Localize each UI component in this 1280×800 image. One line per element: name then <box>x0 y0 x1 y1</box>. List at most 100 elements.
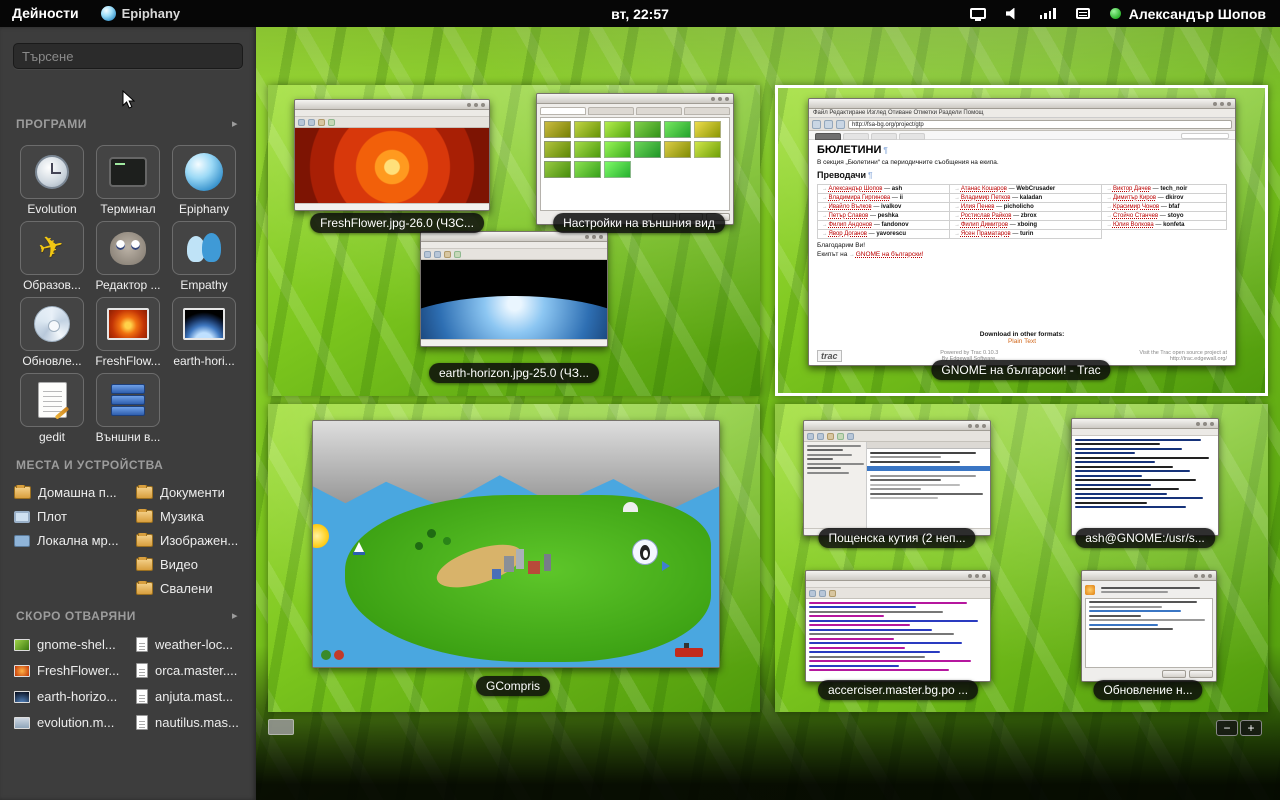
app-gcompris[interactable]: ✈ Образов... <box>14 221 90 292</box>
update-list <box>1085 598 1213 669</box>
titlebar <box>295 100 489 110</box>
text-file-icon <box>136 715 148 730</box>
window-caption: Обновление н... <box>1093 680 1202 700</box>
app-updates[interactable]: Обновле... <box>14 297 90 368</box>
app-gimp[interactable]: Редактор ... <box>90 221 166 292</box>
image-icon <box>14 665 30 677</box>
place-video[interactable]: Видео <box>136 557 256 572</box>
update-icon <box>1085 585 1095 595</box>
window-earth-viewer[interactable] <box>420 231 608 347</box>
trac-search-box[interactable] <box>1181 133 1229 139</box>
window-terminal[interactable] <box>1071 418 1219 536</box>
app-label: Образов... <box>14 278 90 292</box>
network-signal-icon[interactable] <box>1040 8 1056 19</box>
menubar <box>421 242 607 249</box>
titlebar <box>1082 571 1216 581</box>
recent-expand-icon[interactable]: ▸ <box>232 609 238 622</box>
plain-text-link[interactable]: Plain Text <box>1008 338 1036 345</box>
desktop-icon <box>14 511 30 523</box>
window-buttons-icon <box>481 103 485 107</box>
window-evolution-mail[interactable] <box>803 420 991 536</box>
app-menu[interactable]: Epiphany <box>101 6 181 21</box>
window-caption: GNOME на български! - Trac <box>931 360 1110 380</box>
image-icon <box>14 717 30 729</box>
penguin-badge[interactable] <box>632 539 658 565</box>
user-menu[interactable]: Александър Шопов <box>1110 6 1266 22</box>
workspace-2-active[interactable]: Файл Редактиране Изглед Отиване Отметки … <box>775 85 1268 396</box>
app-epiphany[interactable]: Epiphany <box>166 145 242 216</box>
app-terminal[interactable]: Терминал <box>90 145 166 216</box>
place-desktop[interactable]: Плот <box>14 509 134 524</box>
place-local-network[interactable]: Локална мр... <box>14 533 134 548</box>
recent-item-anjuta[interactable]: anjuta.mast... <box>136 689 256 704</box>
recent-label: anjuta.mast... <box>155 689 233 704</box>
forward-icon[interactable] <box>824 120 833 129</box>
window-gcompris[interactable] <box>312 420 720 668</box>
workspace-3[interactable]: GCompris <box>268 404 760 712</box>
documents-icon <box>136 486 153 499</box>
app-freshflower[interactable]: FreshFlow... <box>90 297 166 368</box>
recent-item-nautilus[interactable]: nautilus.mas... <box>136 715 256 730</box>
tugboat <box>675 648 703 657</box>
terminal-icon <box>109 157 147 187</box>
keyboard-icon[interactable] <box>1076 8 1090 19</box>
app-external-drives[interactable]: Външни в... <box>90 373 166 444</box>
user-name: Александър Шопов <box>1129 6 1266 22</box>
recent-item-orca[interactable]: orca.master.... <box>136 663 256 678</box>
place-label: Плот <box>37 509 67 524</box>
activities-button[interactable]: Дейности <box>0 0 91 27</box>
recent-item-earth-horizon[interactable]: earth-horizo... <box>14 689 134 704</box>
arrow-icon <box>662 561 670 571</box>
app-gedit[interactable]: gedit <box>14 373 90 444</box>
workspace-1[interactable]: FreshFlower.jpg-26.0 (ЧЗС... Настройки н… <box>268 85 760 396</box>
window-epiphany-trac[interactable]: Файл Редактиране Изглед Отиване Отметки … <box>808 98 1236 366</box>
browser-menubar: Файл Редактиране Изглед Отиване Отметки … <box>809 109 1235 118</box>
place-label: Музика <box>160 509 204 524</box>
back-icon[interactable] <box>812 120 821 129</box>
reload-icon[interactable] <box>836 120 845 129</box>
clock[interactable]: вт, 22:57 <box>611 6 669 22</box>
trac-tab[interactable] <box>843 133 869 140</box>
app-empathy[interactable]: Empathy <box>166 221 242 292</box>
place-label: Изображен... <box>160 533 238 548</box>
recent-item-evolution[interactable]: evolution.m... <box>14 715 134 730</box>
gnome-shell-overview: Дейности Epiphany вт, 22:57 Александър Ш… <box>0 0 1280 800</box>
url-bar[interactable]: http://fsa-bg.org/project/gtp <box>848 120 1232 129</box>
workspace-4[interactable]: Пощенска кутия (2 неп... ash@GNOME:/usr/… <box>775 404 1268 712</box>
recent-item-weather-loc[interactable]: weather-loc... <box>136 637 256 652</box>
recent-label: earth-horizo... <box>37 689 117 704</box>
display-icon[interactable] <box>970 8 986 19</box>
place-documents[interactable]: Документи <box>136 485 256 500</box>
place-home[interactable]: Домашна п... <box>14 485 134 500</box>
window-po-editor[interactable] <box>805 570 991 682</box>
place-downloads[interactable]: Свалени <box>136 581 256 596</box>
button-row <box>1085 670 1213 678</box>
window-buttons-icon <box>982 574 986 578</box>
window-appearance-settings[interactable] <box>536 93 734 225</box>
app-earth-horizon[interactable]: earth-hori... <box>166 297 242 368</box>
recent-item-gnome-shell[interactable]: gnome-shel... <box>14 637 134 652</box>
recent-label: weather-loc... <box>155 637 233 652</box>
place-label: Свалени <box>160 581 213 596</box>
wallpaper-thumbnails <box>540 117 730 211</box>
programs-expand-icon[interactable]: ▸ <box>232 117 238 130</box>
app-evolution[interactable]: Evolution <box>14 145 90 216</box>
team-link[interactable]: GNOME на български! <box>856 251 924 258</box>
earth-photo-icon <box>183 308 225 340</box>
search-input[interactable] <box>13 43 243 69</box>
window-freshflower-viewer[interactable] <box>294 99 490 211</box>
trac-tab[interactable] <box>899 133 925 140</box>
window-update-manager[interactable] <box>1081 570 1217 682</box>
recent-item-freshflower[interactable]: FreshFlower... <box>14 663 134 678</box>
trac-tab[interactable] <box>871 133 897 140</box>
workspace-switcher-stub[interactable] <box>268 719 294 735</box>
observatory <box>623 502 638 512</box>
add-workspace-button[interactable]: + <box>1240 720 1262 736</box>
remove-workspace-button[interactable]: − <box>1216 720 1238 736</box>
volume-icon[interactable] <box>1006 8 1020 20</box>
globe-icon <box>185 153 223 191</box>
place-music[interactable]: Музика <box>136 509 256 524</box>
app-label: FreshFlow... <box>90 354 166 368</box>
place-pictures[interactable]: Изображен... <box>136 533 256 548</box>
trac-tab[interactable] <box>815 133 841 140</box>
